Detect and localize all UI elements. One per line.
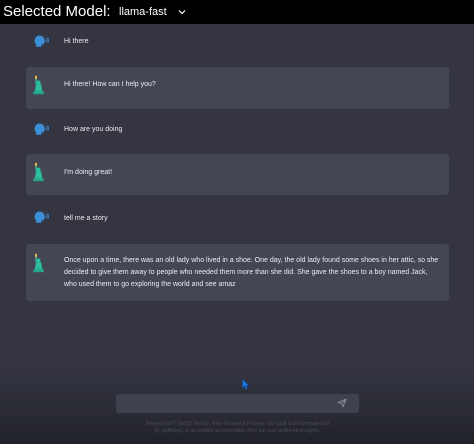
statue-of-liberty-icon — [33, 75, 44, 95]
chevron-down-icon — [178, 10, 186, 15]
footer-line: FreedomGPT Mar23 Version. Free Research … — [145, 421, 330, 427]
statue-of-liberty-icon — [33, 162, 44, 182]
message-composer[interactable] — [116, 394, 359, 413]
mouse-cursor-icon — [242, 379, 250, 390]
statue-of-liberty-icon — [33, 253, 44, 273]
footer-disclaimer: FreedomGPT Mar23 Version. Free Research … — [125, 421, 350, 435]
chat-message-user: How are you doing — [26, 115, 449, 143]
message-text: Once upon a time, there was an old lady … — [64, 257, 439, 288]
chat-message-assistant: Hi there! How can I help you? — [26, 67, 449, 109]
message-text: tell me a story — [64, 215, 108, 222]
paper-plane-icon[interactable] — [337, 398, 347, 408]
chat-message-assistant: I'm doing great! — [26, 154, 449, 195]
footer-line: AI, unfiltered, is as reliable as inform… — [154, 428, 321, 434]
chat-message-user: tell me a story — [26, 203, 449, 231]
message-text: How are you doing — [64, 126, 123, 133]
message-text: Hi there — [64, 38, 89, 45]
message-text: I'm doing great! — [64, 169, 113, 176]
message-input[interactable] — [122, 396, 334, 412]
chat-message-assistant: Once upon a time, there was an old lady … — [26, 244, 449, 301]
speaking-head-icon — [34, 123, 49, 135]
selected-model-label: Selected Model: — [3, 3, 111, 20]
model-name: llama-fast — [119, 6, 167, 18]
top-bar: Selected Model: llama-fast — [0, 0, 474, 24]
chat-message-user: Hi there — [26, 28, 449, 56]
message-text: Hi there! How can I help you? — [64, 81, 156, 88]
speaking-head-icon — [34, 211, 49, 223]
model-select[interactable]: llama-fast — [119, 3, 187, 21]
speaking-head-icon — [34, 35, 49, 47]
